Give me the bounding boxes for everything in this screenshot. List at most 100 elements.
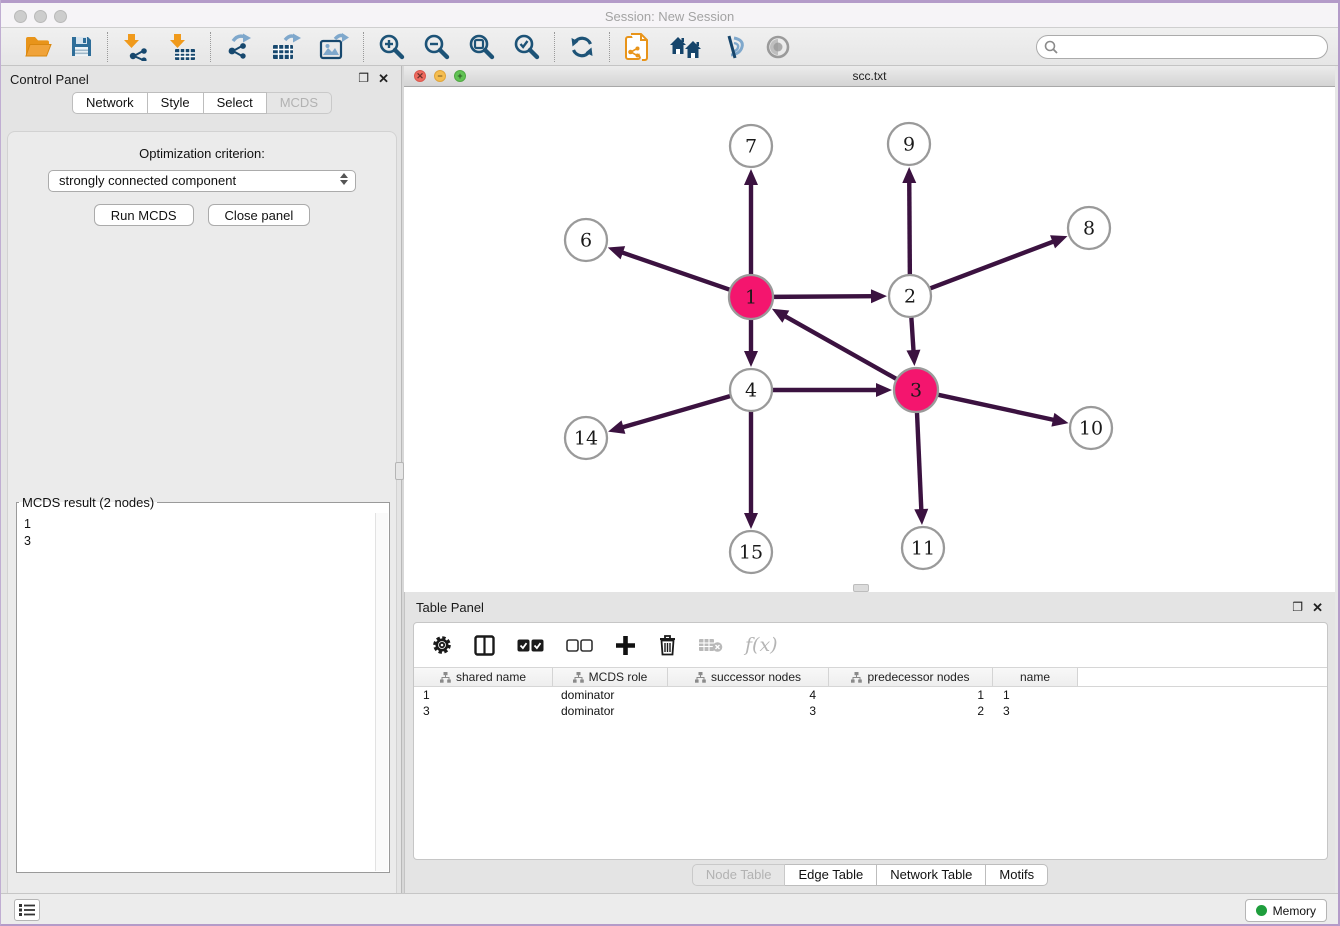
tab-network-table[interactable]: Network Table	[877, 864, 986, 886]
refresh-icon[interactable]	[569, 34, 595, 60]
main-toolbar	[1, 28, 1338, 66]
tab-motifs[interactable]: Motifs	[986, 864, 1048, 886]
deselect-all-icon[interactable]	[566, 639, 593, 652]
mcds-result-scrollbar[interactable]	[375, 513, 388, 871]
network-canvas[interactable]: 7968124314101511	[404, 87, 1335, 592]
graph-edge[interactable]	[911, 316, 913, 352]
status-bar: Memory	[1, 893, 1338, 926]
hide-details-icon[interactable]	[720, 34, 747, 60]
column-header-mcds-role[interactable]: MCDS role	[553, 668, 668, 686]
table-toolbar: f(x)	[414, 623, 1327, 667]
select-all-icon[interactable]	[517, 639, 544, 652]
graph-node-label: 3	[910, 380, 922, 402]
table-panel-close-icon[interactable]: ✕	[1312, 600, 1323, 616]
graph-edge-arrow	[871, 289, 887, 303]
hierarchy-icon	[440, 672, 451, 683]
graph-edge[interactable]	[772, 296, 873, 297]
node-table-container: f(x) shared name MCDS role successor nod…	[413, 622, 1328, 860]
memory-label: Memory	[1273, 904, 1316, 918]
graph-node-label: 10	[1079, 418, 1103, 440]
horizontal-splitter-grip[interactable]	[853, 584, 869, 592]
delete-table-icon	[699, 637, 723, 653]
zoom-in-icon[interactable]	[378, 33, 405, 60]
tab-mcds[interactable]: MCDS	[267, 92, 332, 114]
graph-edge[interactable]	[784, 316, 898, 380]
graph-node-label: 6	[580, 230, 592, 252]
fit-content-icon[interactable]	[468, 33, 495, 60]
window-title: Session: New Session	[1, 9, 1338, 24]
graph-node-label: 2	[904, 286, 916, 308]
mcds-panel: Optimization criterion: strongly connect…	[7, 131, 397, 926]
graph-edge-arrow	[1050, 235, 1067, 248]
tab-select[interactable]: Select	[204, 92, 267, 114]
tab-network[interactable]: Network	[72, 92, 148, 114]
search-icon	[1044, 40, 1058, 54]
column-header-name[interactable]: name	[993, 668, 1078, 686]
graph-edge[interactable]	[622, 396, 732, 428]
table-panel-tabs: Node Table Edge Table Network Table Moti…	[405, 864, 1335, 886]
export-image-icon[interactable]	[319, 33, 349, 61]
delete-column-icon[interactable]	[658, 634, 677, 656]
column-header-shared-name[interactable]: shared name	[414, 668, 553, 686]
graph-edge[interactable]	[909, 181, 910, 276]
graph-edge[interactable]	[621, 252, 731, 290]
import-network-icon[interactable]	[122, 33, 150, 61]
close-panel-button[interactable]: Close panel	[208, 204, 311, 226]
table-row[interactable]: 3 dominator 3 2 3	[414, 703, 1327, 719]
optimization-criterion-label: Optimization criterion:	[8, 146, 396, 161]
table-row[interactable]: 1 dominator 4 1 1	[414, 687, 1327, 703]
control-panel: Control Panel ❐ ✕ Network Style Select M…	[1, 66, 403, 893]
criterion-value: strongly connected component	[59, 173, 236, 188]
graph-edge-arrow	[914, 509, 928, 525]
run-mcds-button[interactable]: Run MCDS	[94, 204, 194, 226]
save-session-icon[interactable]	[70, 35, 93, 58]
graph-edge-arrow	[744, 513, 758, 529]
control-panel-float-icon[interactable]: ❐	[358, 71, 369, 85]
import-table-icon[interactable]	[168, 33, 196, 61]
table-settings-gear-icon[interactable]	[432, 635, 452, 655]
mcds-result-title: MCDS result (2 nodes)	[19, 495, 157, 510]
column-header-predecessor-nodes[interactable]: predecessor nodes	[829, 668, 993, 686]
zoom-selected-icon[interactable]	[513, 33, 540, 60]
search-input[interactable]	[1036, 35, 1328, 59]
tab-style[interactable]: Style	[148, 92, 204, 114]
tab-edge-table[interactable]: Edge Table	[785, 864, 877, 886]
graph-node-label: 7	[745, 136, 757, 158]
control-panel-close-icon[interactable]: ✕	[378, 71, 389, 87]
memory-button[interactable]: Memory	[1245, 899, 1327, 922]
first-neighbors-icon[interactable]	[669, 35, 702, 59]
graph-node-label: 4	[745, 380, 757, 402]
application-window: Session: New Session	[0, 0, 1340, 926]
zoom-out-icon[interactable]	[423, 33, 450, 60]
memory-status-dot	[1256, 905, 1267, 916]
control-panel-title: Control Panel	[10, 72, 89, 87]
export-table-icon[interactable]	[271, 33, 301, 61]
show-details-icon[interactable]	[765, 34, 791, 60]
hierarchy-icon	[573, 672, 584, 683]
network-window-titlebar: ✕ − + scc.txt	[404, 66, 1335, 87]
network-window-title: scc.txt	[404, 69, 1335, 83]
function-builder-icon: f(x)	[745, 634, 778, 656]
graph-node-label: 11	[911, 538, 935, 560]
task-history-button[interactable]	[14, 899, 40, 921]
add-column-icon[interactable]	[615, 635, 636, 656]
table-panel-float-icon[interactable]: ❐	[1292, 600, 1303, 614]
duplicate-network-icon[interactable]	[624, 32, 651, 62]
criterion-select[interactable]: strongly connected component	[48, 170, 356, 192]
graph-edge[interactable]	[929, 241, 1055, 289]
vertical-splitter-grip[interactable]	[395, 462, 404, 480]
graph-edge[interactable]	[917, 411, 921, 511]
control-panel-tabs: Network Style Select MCDS	[1, 92, 403, 114]
open-session-icon[interactable]	[25, 35, 52, 58]
show-columns-icon[interactable]	[474, 635, 495, 656]
graph-edge[interactable]	[937, 394, 1055, 420]
graph-node-label: 14	[574, 428, 598, 450]
mcds-result-text[interactable]: 1 3	[18, 513, 388, 871]
hierarchy-icon	[695, 672, 706, 683]
column-header-successor-nodes[interactable]: successor nodes	[668, 668, 829, 686]
export-network-icon[interactable]	[225, 33, 253, 61]
network-graph[interactable]: 7968124314101511	[404, 87, 1335, 592]
tab-node-table[interactable]: Node Table	[692, 864, 786, 886]
graph-node-label: 1	[745, 287, 757, 309]
graph-node-label: 8	[1083, 218, 1095, 240]
